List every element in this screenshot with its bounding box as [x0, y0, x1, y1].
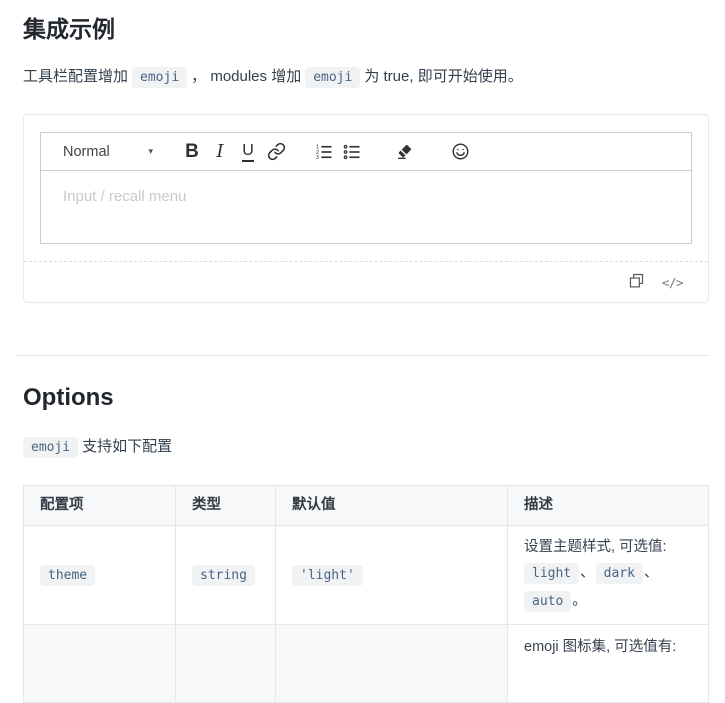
cell-description: 设置主题样式, 可选值: light、dark、auto。: [508, 526, 709, 625]
inline-code-dark: dark: [596, 563, 643, 584]
link-icon: [267, 142, 286, 161]
ordered-list-icon: 123: [315, 143, 333, 161]
cell-default: 'light': [276, 526, 508, 625]
svg-text:3: 3: [316, 155, 319, 161]
editor-content-area[interactable]: Input / recall menu: [41, 171, 691, 243]
inline-code-emoji-2: emoji: [305, 67, 360, 88]
editor-toolbar: Normal ▾ B I U 123: [41, 133, 691, 171]
page-title: 集成示例: [23, 14, 709, 44]
sentence-end: 。: [572, 593, 587, 609]
cell-config-name: [24, 625, 176, 703]
desc-text: 设置主题样式, 可选值:: [524, 535, 692, 559]
editor-placeholder: Input / recall menu: [63, 188, 669, 205]
italic-button[interactable]: I: [209, 139, 231, 165]
options-table: 配置项 类型 默认值 描述 theme string 'light' 设置主题样…: [23, 485, 709, 703]
code-icon: </>: [662, 275, 683, 290]
inline-code-auto: auto: [524, 591, 571, 612]
table-row-theme: theme string 'light' 设置主题样式, 可选值: light、…: [24, 526, 709, 625]
underline-icon: U: [242, 142, 254, 162]
italic-icon: I: [216, 141, 223, 162]
format-dropdown-label: Normal: [63, 144, 110, 160]
unordered-list-button[interactable]: [341, 139, 363, 165]
inline-code-light: light: [524, 563, 579, 584]
desc-text: emoji 图标集, 可选值有:: [524, 635, 692, 659]
section-divider: [17, 355, 709, 356]
ordered-list-button[interactable]: 123: [313, 139, 335, 165]
unordered-list-icon: [343, 143, 361, 161]
cell-type: [176, 625, 276, 703]
inline-code-emoji-3: emoji: [23, 437, 78, 458]
options-lead-text: 支持如下配置: [82, 438, 172, 455]
rich-text-editor: Normal ▾ B I U 123: [40, 132, 692, 244]
demo-card-body: Normal ▾ B I U 123: [24, 115, 708, 261]
option-separator: 、: [580, 565, 595, 581]
column-header-config: 配置项: [24, 486, 176, 526]
view-code-button[interactable]: </>: [662, 275, 683, 290]
copy-code-button[interactable]: [628, 272, 645, 292]
cell-type: string: [176, 526, 276, 625]
clean-format-button[interactable]: [393, 139, 415, 165]
bold-icon: B: [185, 141, 199, 163]
emoji-smiley-icon: [451, 142, 470, 161]
column-header-default: 默认值: [276, 486, 508, 526]
eraser-icon: [395, 142, 414, 161]
options-lead: emoji支持如下配置: [23, 435, 709, 458]
emoji-button[interactable]: [449, 139, 471, 165]
column-header-desc: 描述: [508, 486, 709, 526]
desc-options: light、dark、auto。: [524, 559, 692, 615]
demo-card-footer: </>: [24, 261, 708, 302]
underline-button[interactable]: U: [237, 139, 259, 165]
options-heading: Options: [23, 383, 709, 412]
intro-text-2: ， modules 增加: [191, 68, 301, 85]
editor-demo-card: Normal ▾ B I U 123: [23, 114, 709, 303]
chevron-down-icon: ▾: [148, 146, 153, 157]
bold-button[interactable]: B: [181, 139, 203, 165]
option-separator: 、: [644, 565, 659, 581]
intro-paragraph: 工具栏配置增加emoji， modules 增加emoji为 true, 即可开…: [23, 65, 709, 89]
column-header-type: 类型: [176, 486, 276, 526]
cell-description: emoji 图标集, 可选值有:: [508, 625, 709, 703]
cell-default: [276, 625, 508, 703]
cell-config-name: theme: [24, 526, 176, 625]
inline-code-theme: theme: [40, 565, 95, 586]
intro-text-3: 为 true, 即可开始使用。: [364, 68, 522, 85]
doc-page: 集成示例 工具栏配置增加emoji， modules 增加emoji为 true…: [0, 14, 725, 703]
format-dropdown[interactable]: Normal ▾: [63, 144, 153, 160]
intro-text-1: 工具栏配置增加: [23, 68, 128, 85]
inline-code-light-default: 'light': [292, 565, 363, 586]
inline-code-string: string: [192, 565, 255, 586]
table-row-emoji-partial: emoji 图标集, 可选值有:: [24, 625, 709, 703]
copy-icon: [628, 272, 645, 292]
table-header-row: 配置项 类型 默认值 描述: [24, 486, 709, 526]
link-button[interactable]: [265, 139, 287, 165]
inline-code-emoji-1: emoji: [132, 67, 187, 88]
